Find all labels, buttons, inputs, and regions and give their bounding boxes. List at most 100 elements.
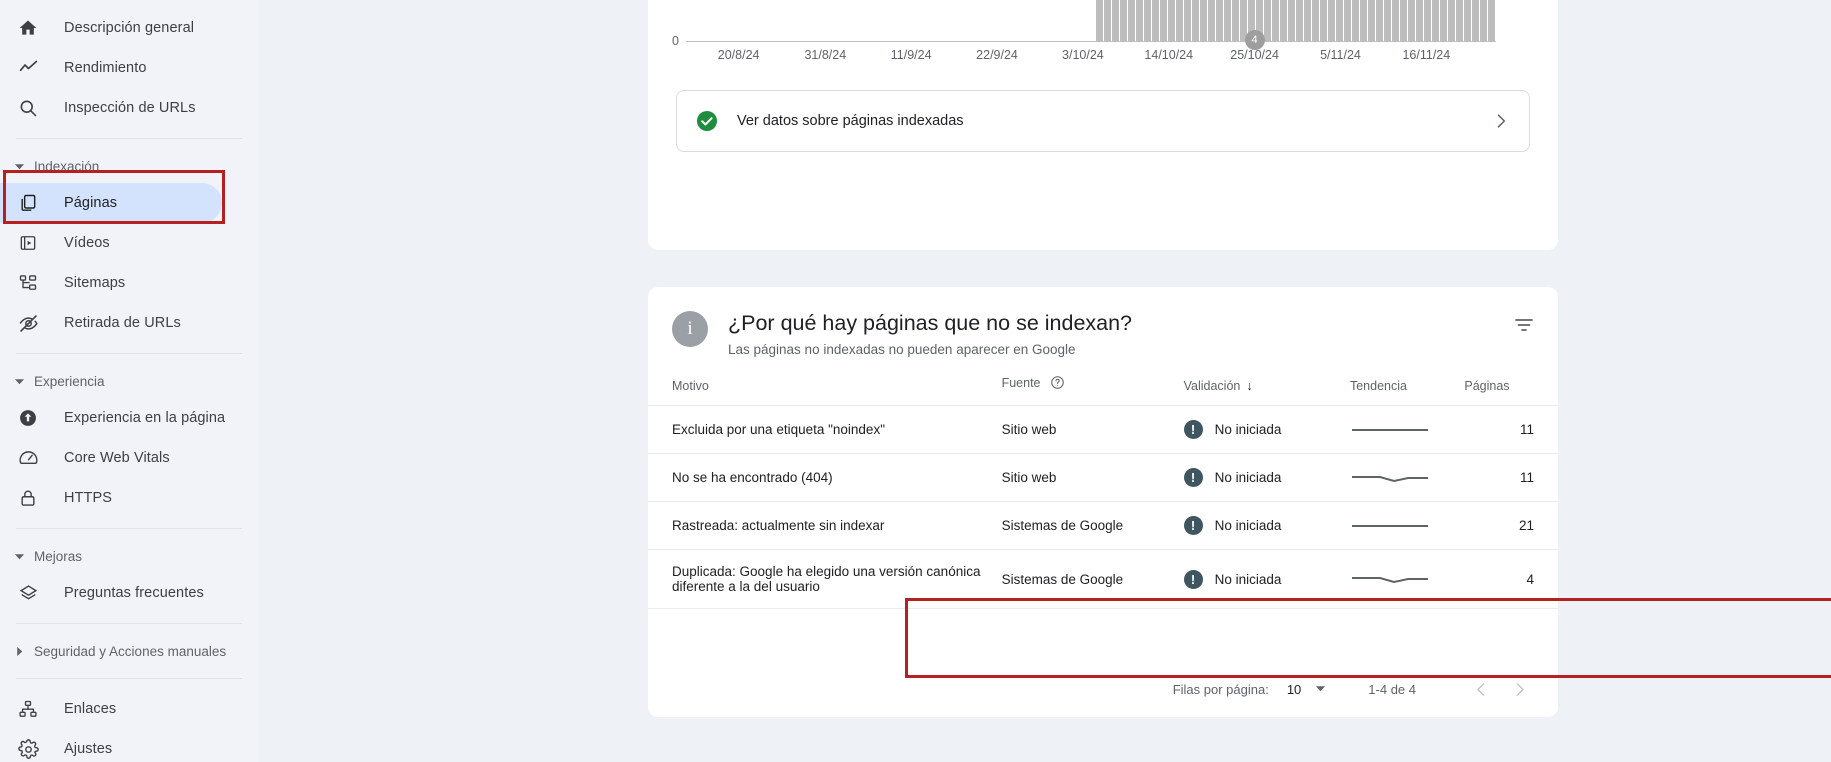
column-header-motivo[interactable]: Motivo [648,375,1002,406]
chart-bar [1192,0,1199,41]
error-icon: ! [1184,516,1203,535]
sidebar-item-retirada-de-urls[interactable]: Retirada de URLs [0,303,258,343]
reasons-table: Motivo Fuente Validación↓ Tendencia Pági… [648,375,1558,609]
chart-bar [1176,0,1183,41]
chart-xtick: 11/9/24 [891,48,932,62]
cell-paginas: 11 [1464,454,1558,502]
why-pages-not-indexed-card: i ¿Por qué hay páginas que no se indexan… [648,287,1558,717]
sidebar-section-label: Indexación [34,159,99,174]
validacion-label: No iniciada [1215,470,1282,485]
sidebar-item-inspeccion-de-urls[interactable]: Inspección de URLs [0,88,258,128]
sidebar-item-rendimiento[interactable]: Rendimiento [0,48,258,88]
ver-datos-indexadas-button[interactable]: Ver datos sobre páginas indexadas [676,90,1530,152]
chevron-right-icon [10,642,28,660]
cell-fuente: Sitio web [1002,454,1184,502]
sidebar-item-ajustes[interactable]: Ajustes [0,729,258,762]
pagination-next-button[interactable] [1504,674,1534,704]
chart-bar [1280,0,1287,41]
chart-bar [1464,0,1471,41]
chart-bar [1104,0,1111,41]
rows-per-page-select[interactable]: 10 [1287,682,1326,697]
sidebar-divider-3 [16,528,242,529]
sidebar-item-paginas[interactable]: Páginas [0,183,222,223]
sidebar: Descripción general Rendimiento Inspecci… [0,0,258,762]
sidebar-item-label: Enlaces [64,701,116,717]
sidebar-item-videos[interactable]: Vídeos [0,223,258,263]
column-header-fuente[interactable]: Fuente [1002,375,1184,406]
sidebar-item-core-web-vitals[interactable]: Core Web Vitals [0,438,258,478]
chart-bar [1296,0,1303,41]
chart-xtick: 22/9/24 [976,48,1018,62]
gear-icon [16,737,40,761]
chevron-right-icon [1491,111,1511,131]
cell-motivo: Duplicada: Google ha elegido una versión… [648,550,1002,609]
chart-bar [1384,0,1391,41]
help-icon[interactable] [1050,375,1065,393]
sidebar-item-label: Vídeos [64,235,110,251]
trend-sparkline [1350,422,1430,438]
chart-bar [1488,0,1495,41]
cell-validacion: ! No iniciada [1184,502,1350,550]
sidebar-item-sitemaps[interactable]: Sitemaps [0,263,258,303]
validacion-label: No iniciada [1215,518,1282,533]
sidebar-item-enlaces[interactable]: Enlaces [0,689,258,729]
sidebar-section-indexacion[interactable]: Indexación [0,149,258,183]
sidebar-item-label: Páginas [64,195,117,211]
sidebar-item-label: Preguntas frecuentes [64,585,204,601]
chart-bar [1128,0,1135,41]
table-row[interactable]: No se ha encontrado (404)Sitio web! No in… [648,454,1558,502]
sidebar-divider-4 [16,623,242,624]
cell-paginas: 11 [1464,406,1558,454]
sidebar-item-experiencia-en-la-pagina[interactable]: Experiencia en la página [0,398,258,438]
sidebar-section-label: Mejoras [34,549,82,564]
sidebar-item-descripcion-general[interactable]: Descripción general [0,8,258,48]
chart-bar [1160,0,1167,41]
chart-bar [1456,0,1463,41]
chart-bar [1432,0,1439,41]
sidebar-divider-5 [16,678,242,679]
chart-bar [1096,0,1103,41]
chart-xtick: 14/10/24 [1144,48,1193,62]
chart-bar [1312,0,1319,41]
chart-xtick: 25/10/24 [1230,48,1279,62]
chart-bar [1184,0,1191,41]
sidebar-section-mejoras[interactable]: Mejoras [0,539,258,573]
sidebar-divider-1 [16,138,242,139]
sidebar-item-label: Core Web Vitals [64,450,170,466]
table-row[interactable]: Excluida por una etiqueta "noindex"Sitio… [648,406,1558,454]
column-header-paginas[interactable]: Páginas [1464,375,1558,406]
chart-xtick: 5/11/24 [1320,48,1361,62]
chart-bar [1152,0,1159,41]
chart-bar [1136,0,1143,41]
cell-paginas: 4 [1464,550,1558,609]
column-header-tendencia[interactable]: Tendencia [1350,375,1464,406]
cell-motivo: No se ha encontrado (404) [648,454,1002,502]
chart-bar [1328,0,1335,41]
trend-sparkline [1350,470,1430,486]
table-row-duplicada[interactable]: Duplicada: Google ha elegido una versión… [648,550,1558,609]
filter-icon[interactable] [1512,313,1536,337]
page-title: ¿Por qué hay páginas que no se indexan? [728,309,1132,337]
error-icon: ! [1184,468,1203,487]
sitemap-icon [16,271,40,295]
chart-bar [1336,0,1343,41]
sidebar-item-https[interactable]: HTTPS [0,478,258,518]
table-row[interactable]: Rastreada: actualmente sin indexarSistem… [648,502,1558,550]
cell-fuente: Sistemas de Google [1002,550,1184,609]
sidebar-item-label: HTTPS [64,490,112,506]
pagination-prev-button[interactable] [1466,674,1496,704]
sidebar-section-experiencia[interactable]: Experiencia [0,364,258,398]
cell-motivo: Excluida por una etiqueta "noindex" [648,406,1002,454]
sidebar-item-preguntas-frecuentes[interactable]: Preguntas frecuentes [0,573,258,613]
cell-motivo: Rastreada: actualmente sin indexar [648,502,1002,550]
column-header-validacion[interactable]: Validación↓ [1184,375,1350,406]
sidebar-item-label: Descripción general [64,20,194,36]
chart-axis-zero [686,41,1496,42]
sidebar-item-label: Experiencia en la página [64,410,225,426]
chart-bar [1448,0,1455,41]
sidebar-section-seguridad-y-acciones-manuales[interactable]: Seguridad y Acciones manuales [0,634,258,668]
chevron-down-icon [10,547,28,565]
table-header-row: Motivo Fuente Validación↓ Tendencia Pági… [648,375,1558,406]
reasons-card-header: i ¿Por qué hay páginas que no se indexan… [648,287,1558,357]
chart-bar [1352,0,1359,41]
